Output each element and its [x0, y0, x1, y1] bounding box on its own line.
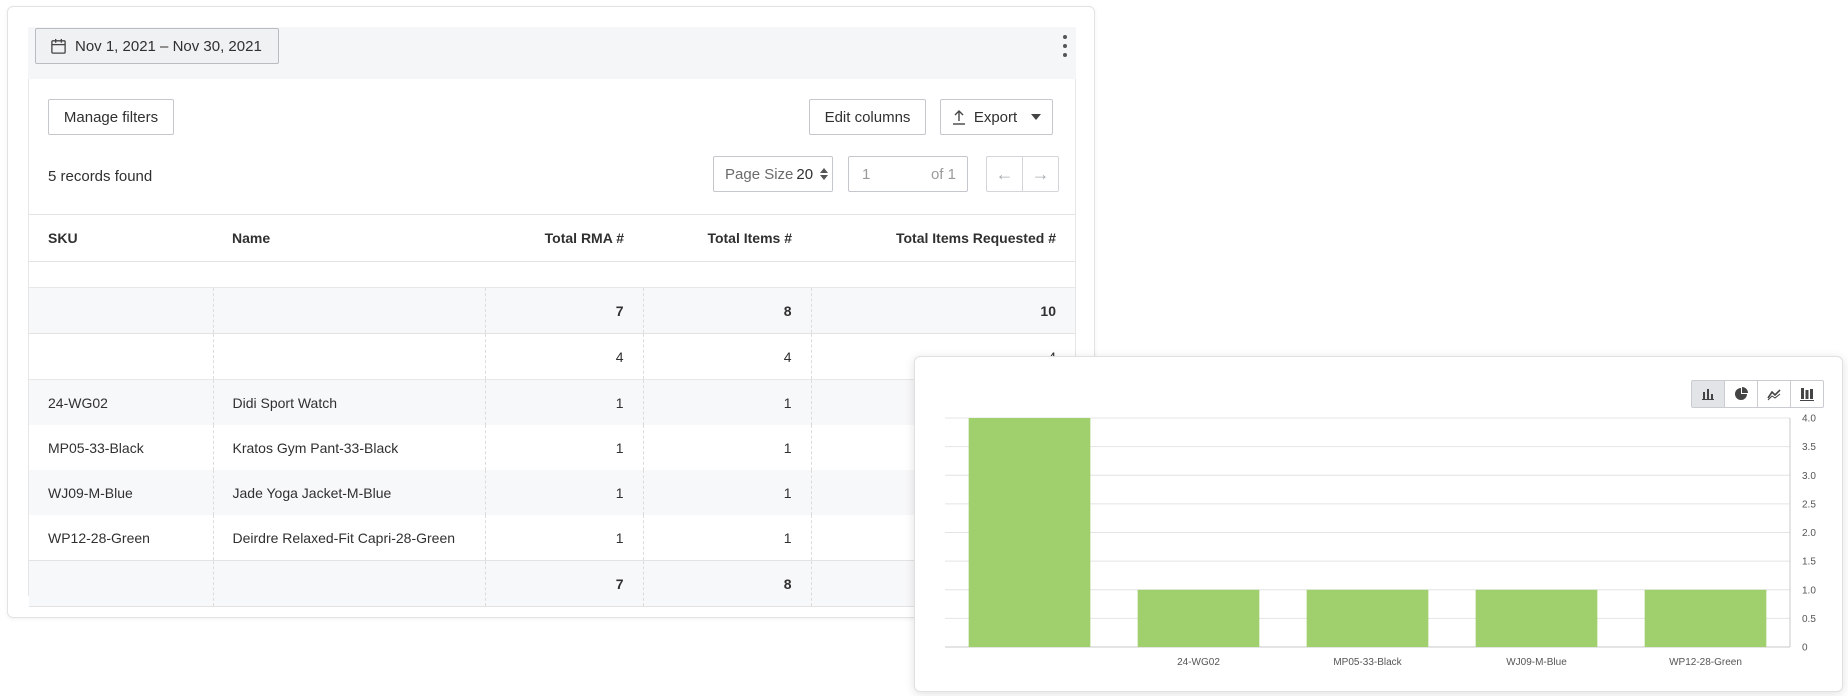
records-count: 5 records found	[48, 168, 153, 185]
upload-icon	[952, 110, 965, 125]
y-tick-label: 0	[1802, 643, 1808, 654]
bar	[1306, 589, 1429, 647]
name-cell: Kratos Gym Pant-33-Black	[212, 425, 485, 470]
previous-page-button[interactable]: ←	[986, 156, 1023, 192]
sku-cell: MP05-33-Black	[48, 439, 144, 456]
report-header: Nov 1, 2021 – Nov 30, 2021	[28, 27, 1076, 79]
export-button[interactable]: Export	[940, 99, 1053, 135]
y-tick-label: 2.5	[1802, 499, 1816, 510]
page-size-label: Page Size	[725, 165, 794, 183]
page-size-select[interactable]: Page Size 20	[713, 156, 833, 192]
x-tick-label: WJ09-M-Blue	[1506, 657, 1567, 668]
x-tick-label: MP05-33-Black	[1333, 657, 1402, 668]
sku-cell: WJ09-M-Blue	[29, 470, 213, 515]
edit-columns-button[interactable]: Edit columns	[809, 99, 926, 135]
column-header-sku[interactable]: SKU	[29, 214, 213, 262]
more-options-icon[interactable]	[1060, 35, 1070, 57]
column-header-total-items-requested[interactable]: Total Items Requested #	[811, 214, 1075, 262]
y-tick-label: 3.5	[1802, 442, 1816, 453]
bar	[1475, 589, 1598, 647]
name-cell: Didi Sport Watch	[212, 379, 485, 425]
sku-cell: 24-WG02	[29, 379, 213, 425]
date-range-button[interactable]: Nov 1, 2021 – Nov 30, 2021	[35, 28, 279, 64]
y-tick-label: 4.0	[1802, 414, 1816, 425]
table-spacer-row	[29, 261, 1075, 288]
column-header-name[interactable]: Name	[213, 214, 485, 262]
y-tick-label: 3.0	[1802, 471, 1816, 482]
x-tick-label: WP12-28-Green	[1669, 657, 1742, 668]
y-tick-label: 0.5	[1802, 614, 1816, 625]
name-cell: Jade Yoga Jacket-M-Blue	[212, 470, 485, 515]
name-cell: Deirdre Relaxed-Fit Capri-28-Green	[212, 515, 485, 561]
column-header-total-items[interactable]: Total Items #	[643, 214, 811, 262]
table-header-row: SKU Name Total RMA # Total Items # Total…	[29, 214, 1075, 262]
page-number-input[interactable]: 1 of 1	[848, 156, 968, 192]
calendar-icon	[51, 38, 66, 54]
y-tick-label: 2.0	[1802, 528, 1816, 539]
total-items-requested-cell: 10	[810, 287, 1075, 334]
total-items-cell: 8	[642, 287, 811, 334]
y-tick-label: 1.5	[1802, 557, 1816, 568]
chart-popup: 0 0.5 1.0 1.5 2.0 2.5 3.0 3.5 4.0 24-WG02 MP05-33-…	[914, 356, 1843, 692]
column-header-total-rma[interactable]: Total RMA #	[485, 214, 643, 262]
manage-filters-button[interactable]: Manage filters	[48, 99, 174, 135]
bar	[968, 418, 1091, 647]
caret-down-icon	[1031, 114, 1042, 120]
x-tick-label: 24-WG02	[1177, 657, 1220, 668]
totals-row-top: 7 8 10	[29, 287, 1075, 334]
date-range-label: Nov 1, 2021 – Nov 30, 2021	[75, 37, 262, 55]
current-page: 1	[862, 166, 871, 183]
total-pages: of 1	[930, 166, 956, 183]
bar	[1644, 589, 1767, 647]
export-label: Export	[973, 108, 1018, 126]
sku-cell: WP12-28-Green	[48, 529, 150, 546]
bar	[1137, 589, 1260, 647]
total-rma-cell: 7	[484, 287, 643, 334]
bar-chart: 0 0.5 1.0 1.5 2.0 2.5 3.0 3.5 4.0 24-WG02 MP05-33-…	[945, 414, 1816, 668]
page-size-value: 20	[796, 165, 814, 183]
updown-caret-icon	[820, 168, 829, 180]
y-tick-label: 1.0	[1802, 585, 1816, 596]
next-page-button[interactable]: →	[1022, 156, 1059, 192]
